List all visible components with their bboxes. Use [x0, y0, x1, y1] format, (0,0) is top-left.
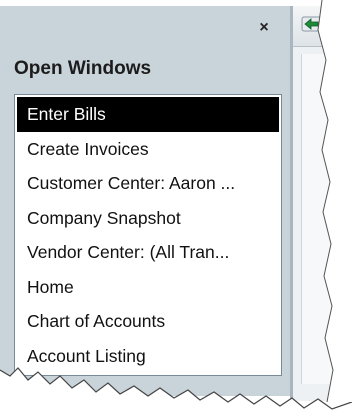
list-item-account-listing[interactable]: Account Listing	[17, 339, 279, 374]
main-window-pane	[293, 6, 352, 401]
back-arrow-icon[interactable]	[301, 14, 323, 34]
list-item-company-snapshot[interactable]: Company Snapshot	[17, 201, 279, 236]
list-item-vendor-center[interactable]: Vendor Center: (All Tran...	[17, 235, 279, 270]
close-icon[interactable]: ×	[256, 20, 272, 36]
list-item-customer-center[interactable]: Customer Center: Aaron ...	[17, 166, 279, 201]
open-windows-list: Enter Bills Create Invoices Customer Cen…	[14, 94, 282, 376]
main-toolbar	[293, 6, 352, 47]
list-item-home[interactable]: Home	[17, 270, 279, 305]
list-item-enter-bills[interactable]: Enter Bills	[17, 97, 279, 132]
panel-title: Open Windows	[14, 58, 152, 79]
screenshot-stage: × Open Windows Enter Bills Create Invoic…	[0, 0, 352, 415]
list-item-create-invoices[interactable]: Create Invoices	[17, 132, 279, 167]
list-item-chart-of-accounts[interactable]: Chart of Accounts	[17, 304, 279, 339]
open-windows-panel: × Open Windows Enter Bills Create Invoic…	[0, 6, 291, 396]
main-content-area	[301, 54, 346, 384]
